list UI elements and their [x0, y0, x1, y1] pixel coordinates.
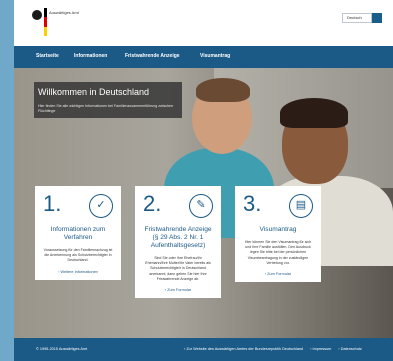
document-icon: ✎: [189, 194, 213, 218]
copyright: © 1995-2015 Auswärtiges Amt: [36, 347, 88, 351]
card-link[interactable]: › Zum Formular: [143, 288, 213, 292]
page: Auswärtiges Amt Deutsch Startseite Infor…: [14, 0, 393, 361]
footer-links: › Zur Website des Auswärtigen Amtes der …: [184, 347, 368, 351]
main-nav: Startseite Informationen Fristwahrende A…: [14, 46, 393, 68]
card-number: 2.: [143, 191, 162, 216]
card-link[interactable]: › Weitere Informationen: [43, 270, 113, 274]
language-select[interactable]: Deutsch: [342, 13, 372, 23]
nav-visumantrag[interactable]: Visumantrag: [200, 53, 230, 59]
card-number: 1.: [43, 191, 62, 216]
header: Auswärtiges Amt Deutsch: [14, 0, 393, 46]
footer: © 1995-2015 Auswärtiges Amt › Zur Websit…: [14, 338, 393, 361]
nav-informationen[interactable]: Informationen: [74, 53, 107, 59]
card-text: Sind Sie oder Ihre Ehefrau/Ihr Ehemann/I…: [145, 256, 211, 281]
footer-link-datenschutz[interactable]: › Datenschutz: [338, 347, 361, 351]
hero-title: Willkommen in Deutschland: [34, 82, 182, 102]
card-title: Fristwahrende Anzeige (§ 29 Abs. 2 Nr. 1…: [144, 226, 212, 249]
hero-subtitle: Hier finden Sie alle wichtigen Informati…: [34, 102, 182, 118]
nav-startseite[interactable]: Startseite: [36, 53, 59, 59]
footer-link-impressum[interactable]: › Impressum: [310, 347, 331, 351]
language-go-button[interactable]: [372, 13, 382, 23]
german-flag-icon: [44, 8, 47, 36]
check-icon: ✓: [89, 194, 113, 218]
card-title: Visumantrag: [259, 226, 297, 233]
passport-icon: ▤: [289, 194, 313, 218]
card-visumantrag: 3. ▤ Visumantrag Hier können Sie den Vis…: [235, 186, 321, 283]
card-fristwahrende-anzeige: 2. ✎ Fristwahrende Anzeige (§ 29 Abs. 2 …: [135, 186, 221, 299]
logo-text: Auswärtiges Amt: [49, 10, 79, 15]
nav-fristwahrende-anzeige[interactable]: Fristwahrende Anzeige: [125, 53, 180, 59]
card-text: Voraussetzung für den Familiennachzug is…: [43, 248, 113, 263]
eagle-icon: [32, 10, 42, 20]
footer-link-auswaertiges-amt[interactable]: › Zur Website des Auswärtigen Amtes der …: [184, 347, 303, 351]
card-text: Hier können Sie den Visumantrag für sich…: [244, 240, 312, 265]
card-number: 3.: [243, 191, 262, 216]
card-link[interactable]: › Zum Formular: [243, 272, 313, 276]
card-title: Informationen zum Verfahren: [50, 226, 106, 241]
card-informationen: 1. ✓ Informationen zum Verfahren Vorauss…: [35, 186, 121, 280]
